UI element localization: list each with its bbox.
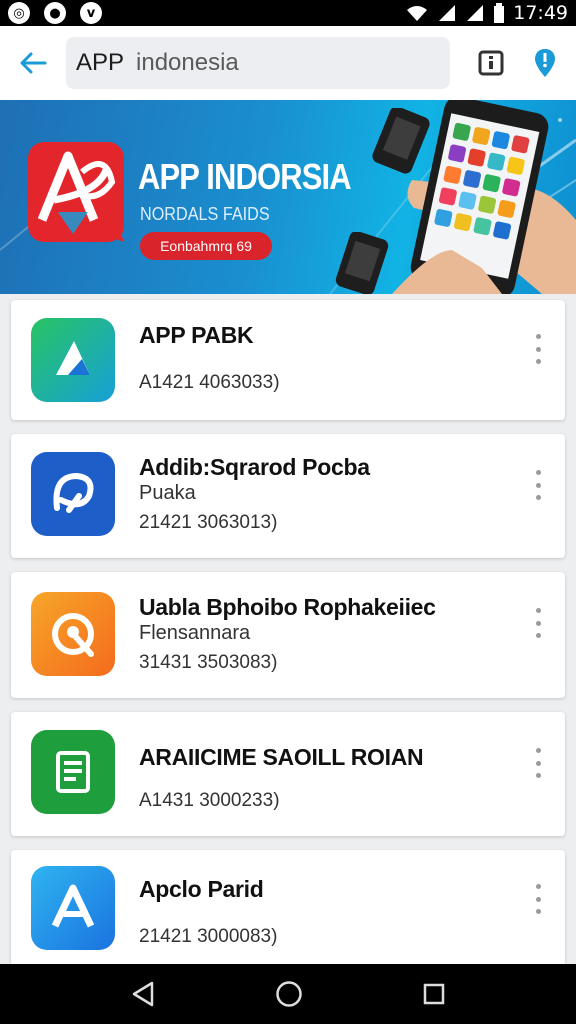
app-name: Addib:Sqrarod Pocba xyxy=(139,454,370,480)
app-card[interactable]: Uabla Bphoibo Rophakeiiec Flensannara 31… xyxy=(11,572,565,698)
signal-icon xyxy=(467,5,484,21)
phone-illustration-icon xyxy=(335,232,389,294)
wifi-icon xyxy=(407,6,428,21)
recents-square-icon[interactable] xyxy=(422,982,446,1006)
app-name: Uabla Bphoibo Rophakeiiec xyxy=(139,594,436,620)
status-bar: ◎ ● v 17:49 xyxy=(0,0,576,26)
swirl-logo-icon xyxy=(31,452,115,536)
overflow-menu-icon[interactable] xyxy=(533,470,543,500)
system-nav-bar xyxy=(0,964,576,1024)
letter-a-icon xyxy=(31,866,115,950)
app-meta: A1431 3000233) xyxy=(139,790,280,811)
whatsapp-icon: ◎ xyxy=(8,2,30,24)
hand-phone-illustration xyxy=(392,100,576,294)
overflow-menu-icon[interactable] xyxy=(533,608,543,638)
document-icon xyxy=(31,730,115,814)
banner-subtitle: NORDALS FAIDS xyxy=(140,204,270,224)
app-card[interactable]: APP PABK A1421 4063033) xyxy=(11,300,565,420)
info-button[interactable] xyxy=(464,26,518,100)
app-card[interactable]: ARAIICIME SAOILL ROIAN A1431 3000233) xyxy=(11,712,565,836)
app-meta: 21421 3000083) xyxy=(139,926,278,947)
app-card[interactable]: Addib:Sqrarod Pocba Puaka 21421 3063013) xyxy=(11,434,565,558)
home-circle-icon[interactable] xyxy=(275,980,303,1008)
app-name: Apclo Parid xyxy=(139,876,264,902)
promo-banner[interactable]: APP INDORSIA NORDALS FAIDS Eonbahmrq 69 xyxy=(0,100,576,294)
app-meta: A1421 4063033) xyxy=(139,372,280,393)
app-developer: Puaka xyxy=(139,482,196,504)
search-query-app: APP xyxy=(76,49,125,76)
app-meta: 31431 3503083) xyxy=(139,652,278,673)
banner-cta-button[interactable]: Eonbahmrq 69 xyxy=(140,232,272,260)
banner-logo-icon xyxy=(28,142,124,242)
back-button[interactable] xyxy=(0,26,66,100)
arrow-left-icon xyxy=(20,52,47,74)
chat-bubble-icon xyxy=(31,592,115,676)
app-meta: 21421 3063013) xyxy=(139,512,278,533)
battery-icon xyxy=(494,3,505,23)
back-triangle-icon[interactable] xyxy=(130,980,156,1008)
app-name: APP PABK xyxy=(139,322,254,348)
overflow-menu-icon[interactable] xyxy=(533,334,543,364)
signal-icon xyxy=(439,5,456,21)
status-time: 17:49 xyxy=(513,2,568,24)
app-name: ARAIICIME SAOILL ROIAN xyxy=(139,744,424,770)
app-developer: Flensannara xyxy=(139,622,251,644)
overflow-menu-icon[interactable] xyxy=(533,884,543,914)
search-input[interactable]: APP indonesia xyxy=(66,37,450,89)
chat-bubble-icon: ● xyxy=(44,2,66,24)
vine-icon: v xyxy=(80,2,102,24)
notification-button[interactable] xyxy=(518,26,572,100)
app-bar: APP indonesia xyxy=(0,26,576,100)
app-card[interactable]: Apclo Parid 21421 3000083) xyxy=(11,850,565,974)
banner-title: APP INDORSIA xyxy=(138,156,352,197)
play-arrow-icon xyxy=(31,318,115,402)
notification-pin-icon xyxy=(535,49,555,77)
info-square-icon xyxy=(478,50,504,76)
overflow-menu-icon[interactable] xyxy=(533,748,543,778)
search-query-term: indonesia xyxy=(136,49,239,76)
